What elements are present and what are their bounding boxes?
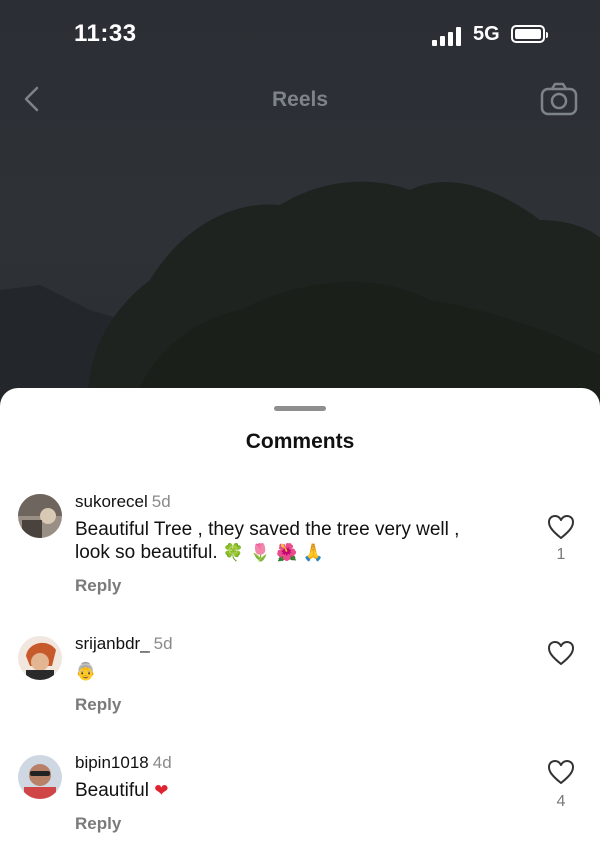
- heart-icon[interactable]: [547, 759, 575, 785]
- reply-button[interactable]: Reply: [75, 695, 121, 715]
- reply-button[interactable]: Reply: [75, 576, 121, 596]
- emoji-group: 👵: [75, 662, 97, 682]
- camera-icon[interactable]: [540, 82, 578, 116]
- comment-item: sukorecel 5d Beautiful Tree , they saved …: [0, 492, 600, 602]
- username[interactable]: sukorecel: [75, 492, 148, 511]
- comment-age: 5d: [151, 492, 171, 511]
- like-count: 4: [556, 793, 566, 810]
- network-label: 5G: [473, 23, 500, 45]
- sheet-title: Comments: [245, 430, 355, 453]
- avatar[interactable]: [18, 494, 62, 538]
- comment-text: Beautiful ❤: [75, 779, 515, 803]
- heart-icon[interactable]: [547, 514, 575, 540]
- reply-button[interactable]: Reply: [75, 814, 121, 834]
- status-bar: 11:33 5G: [0, 0, 600, 70]
- comment-meta: sukorecel 5d: [75, 492, 171, 512]
- comment-line-2: look so beautiful. 🍀 🌷 🌺 🙏: [75, 541, 515, 565]
- red-heart-emoji: ❤: [154, 781, 169, 801]
- status-time: 11:33: [74, 20, 137, 47]
- comment-age: 5d: [153, 634, 173, 653]
- tree-image: [88, 181, 600, 420]
- username[interactable]: bipin1018: [75, 753, 149, 772]
- comments-sheet: Comments sukorecel 5d Beautiful Tree , th…: [0, 388, 600, 855]
- page-title: Reels: [271, 88, 329, 111]
- comment-line: Beautiful Tree , they saved the tree ver…: [75, 519, 460, 540]
- username[interactable]: srijanbdr_: [75, 634, 150, 653]
- heart-icon[interactable]: [547, 640, 575, 666]
- drag-handle[interactable]: [274, 406, 326, 411]
- comment-text: Beautiful Tree , they saved the tree ver…: [75, 518, 515, 565]
- signal-icon: [432, 26, 466, 46]
- comment-meta: srijanbdr_ 5d: [75, 634, 173, 654]
- nav-bar: Reels: [0, 70, 600, 130]
- comment-age: 4d: [152, 753, 172, 772]
- emoji-group: 🍀 🌷 🌺 🙏: [222, 543, 324, 563]
- reel-background: 11:33 5G Reels: [0, 0, 600, 420]
- avatar[interactable]: [18, 636, 62, 680]
- comment-line-text: look so beautiful.: [75, 542, 218, 563]
- battery-icon: [511, 25, 548, 43]
- comment-line: Beautiful: [75, 780, 149, 801]
- comment-meta: bipin1018 4d: [75, 753, 172, 773]
- like-count: 1: [556, 546, 566, 563]
- comment-item: bipin1018 4d Beautiful ❤ Reply 4: [0, 753, 600, 853]
- comment-item: srijanbdr_ 5d 👵 Reply: [0, 634, 600, 734]
- avatar[interactable]: [18, 755, 62, 799]
- comment-text: 👵: [75, 660, 515, 684]
